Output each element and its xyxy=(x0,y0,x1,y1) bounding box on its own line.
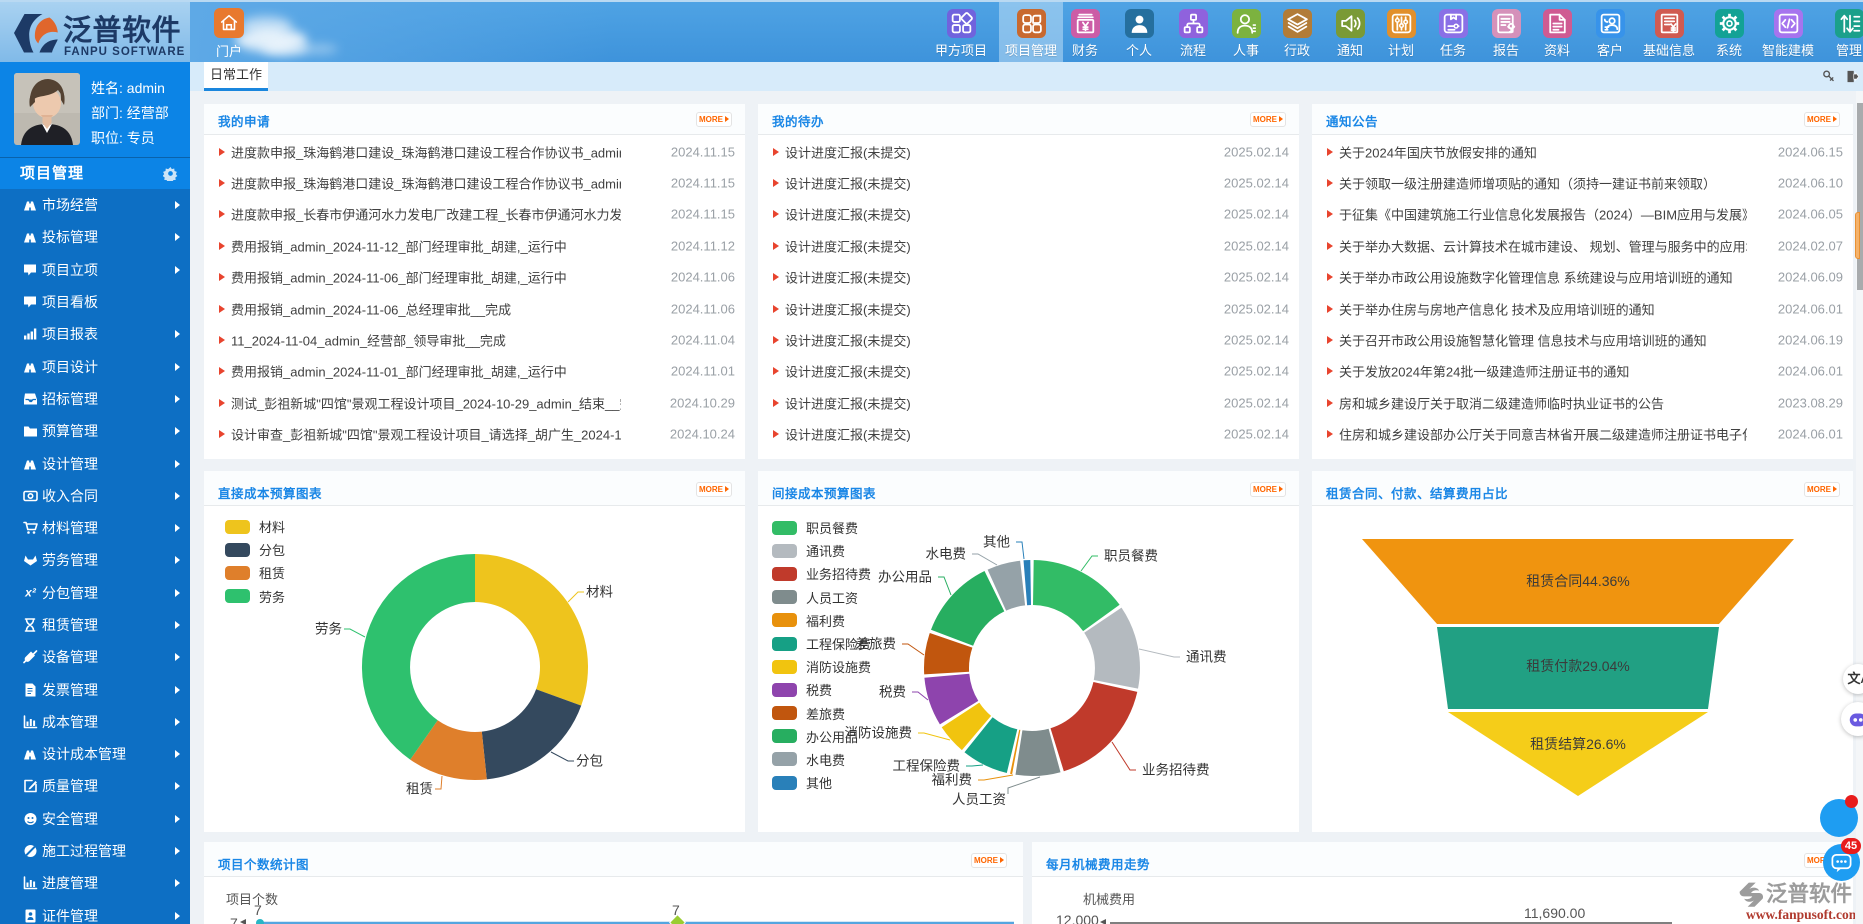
svg-text:工程保险费: 工程保险费 xyxy=(893,759,961,774)
svg-text:租赁: 租赁 xyxy=(406,782,433,797)
svg-text:www.fanpusoft.com: www.fanpusoft.com xyxy=(1746,907,1855,922)
svg-text:其他: 其他 xyxy=(983,535,1010,550)
svg-text:租赁结算26.6%: 租赁结算26.6% xyxy=(1530,736,1626,752)
svg-text:分包: 分包 xyxy=(576,754,603,769)
svg-text:消防设施费: 消防设施费 xyxy=(845,726,913,741)
svg-text:职员餐费: 职员餐费 xyxy=(1104,549,1158,564)
svg-text:泛普软件: 泛普软件 xyxy=(1766,881,1852,906)
svg-text:租赁付款29.04%: 租赁付款29.04% xyxy=(1526,658,1629,674)
svg-text:FANPU SOFTWARE: FANPU SOFTWARE xyxy=(64,46,185,58)
svg-text:租赁合同44.36%: 租赁合同44.36% xyxy=(1526,573,1629,589)
svg-text:福利费: 福利费 xyxy=(932,773,973,788)
svg-text:材料: 材料 xyxy=(586,585,614,600)
svg-text:办公用品: 办公用品 xyxy=(878,570,932,585)
svg-text:通讯费: 通讯费 xyxy=(1186,650,1227,665)
svg-text:差旅费: 差旅费 xyxy=(856,637,897,652)
svg-text:劳务: 劳务 xyxy=(315,622,342,637)
svg-text:水电费: 水电费 xyxy=(926,547,967,562)
svg-text:人员工资: 人员工资 xyxy=(952,792,1006,807)
svg-text:税费: 税费 xyxy=(879,685,906,700)
svg-text:业务招待费: 业务招待费 xyxy=(1142,763,1210,778)
svg-text:泛普软件: 泛普软件 xyxy=(63,14,181,47)
